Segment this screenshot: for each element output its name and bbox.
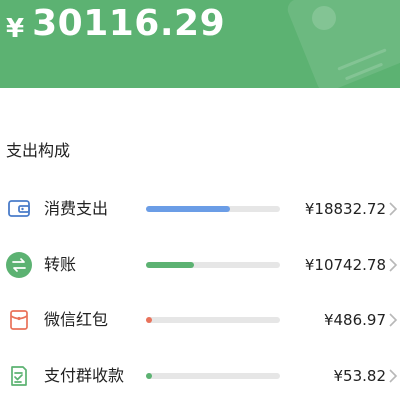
list-item-group-collection[interactable]: 支付群收款 ¥53.82	[0, 356, 400, 396]
item-label: 消费支出	[44, 199, 109, 218]
item-label: 支付群收款	[44, 366, 125, 385]
chevron-right-icon	[388, 368, 398, 384]
item-label: 微信红包	[44, 310, 109, 329]
chevron-right-icon	[388, 201, 398, 217]
share-bar	[146, 206, 280, 212]
share-bar-fill	[146, 317, 152, 323]
share-bar-fill	[146, 373, 152, 379]
header-decoration-dot	[312, 6, 336, 30]
share-bar-fill	[146, 206, 230, 212]
header-decoration	[284, 0, 400, 88]
share-bar	[146, 262, 280, 268]
summary-header: ¥ 30116.29	[0, 0, 400, 88]
group-collection-icon	[6, 363, 32, 389]
item-amount: ¥18832.72	[304, 200, 386, 218]
chevron-right-icon	[388, 257, 398, 273]
item-amount: ¥486.97	[323, 311, 386, 329]
list-item-transfer[interactable]: 转账 ¥10742.78	[0, 245, 400, 285]
item-amount: ¥53.82	[333, 367, 387, 385]
currency-symbol: ¥	[6, 14, 25, 44]
section-title: 支出构成	[6, 141, 71, 160]
item-amount: ¥10742.78	[304, 256, 386, 274]
share-bar-fill	[146, 262, 194, 268]
share-bar	[146, 317, 280, 323]
chevron-right-icon	[388, 312, 398, 328]
transfer-icon	[6, 252, 32, 278]
total-amount: ¥ 30116.29	[6, 2, 225, 46]
list-item-consumption[interactable]: 消费支出 ¥18832.72	[0, 189, 400, 229]
share-bar	[146, 373, 280, 379]
total-value: 30116.29	[32, 3, 226, 44]
list-item-red-packet[interactable]: 微信红包 ¥486.97	[0, 300, 400, 340]
wallet-icon	[6, 196, 32, 222]
item-label: 转账	[44, 255, 77, 274]
red-packet-icon	[6, 307, 32, 333]
